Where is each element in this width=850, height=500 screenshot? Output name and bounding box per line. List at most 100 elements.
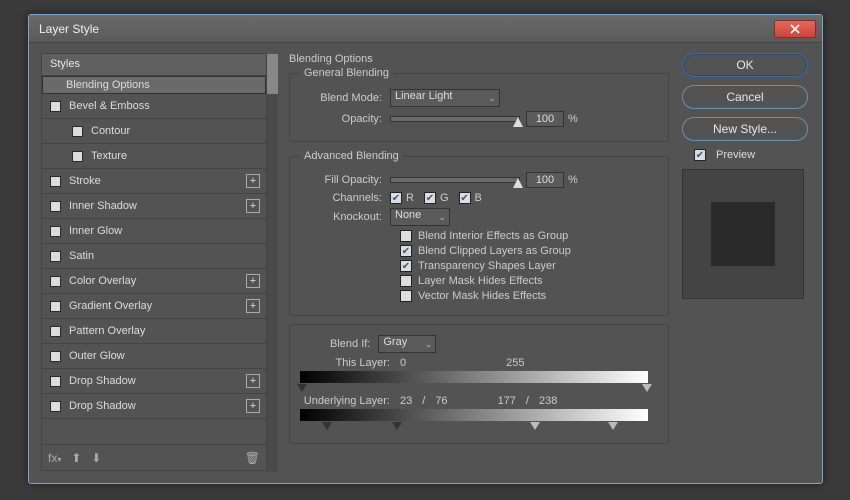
style-checkbox[interactable]	[50, 376, 61, 387]
blend-if-group: Blend If: Gray ⌄ This Layer: 0 255	[289, 324, 669, 444]
style-checkbox[interactable]	[50, 301, 61, 312]
style-label: Stroke	[69, 175, 246, 187]
add-effect-icon[interactable]: +	[246, 274, 260, 288]
style-checkbox[interactable]	[50, 201, 61, 212]
styles-panel: Styles Blending Options Bevel & Emboss Con…	[41, 53, 267, 471]
underlying-layer-label: Underlying Layer:	[300, 395, 400, 407]
fx-menu-icon[interactable]: fx▾	[48, 451, 61, 465]
vector-mask-hides-checkbox[interactable]: ✔	[400, 290, 412, 302]
dialog-body: Styles Blending Options Bevel & Emboss Con…	[29, 43, 822, 483]
titlebar[interactable]: Layer Style	[29, 15, 822, 43]
style-row-satin[interactable]: Satin	[42, 244, 266, 269]
styles-header: Styles	[42, 54, 266, 76]
layer-style-dialog: Layer Style Styles Blending Options Bevel…	[28, 14, 823, 484]
style-checkbox[interactable]	[72, 151, 83, 162]
style-checkbox[interactable]	[50, 251, 61, 262]
blend-mode-select[interactable]: Linear Light ⌄	[390, 89, 500, 107]
channel-b-checkbox[interactable]: ✔	[459, 192, 471, 204]
chevron-down-icon: ⌄	[438, 212, 446, 223]
style-row-contour[interactable]: Contour	[42, 119, 266, 144]
channel-r-checkbox[interactable]: ✔	[390, 192, 402, 204]
blend-if-select[interactable]: Gray ⌄	[378, 335, 436, 353]
general-blending-legend: General Blending	[300, 67, 393, 79]
style-label: Pattern Overlay	[69, 325, 260, 337]
blending-options-title: Blending Options	[289, 53, 669, 65]
this-layer-gradient[interactable]	[300, 371, 658, 383]
style-label: Outer Glow	[69, 350, 260, 362]
style-label: Inner Glow	[69, 225, 260, 237]
preview-swatch	[682, 169, 804, 299]
ok-button[interactable]: OK	[682, 53, 808, 77]
style-checkbox[interactable]	[50, 276, 61, 287]
style-label: Satin	[69, 250, 260, 262]
preview-label: Preview	[716, 149, 755, 161]
style-checkbox[interactable]	[50, 401, 61, 412]
style-row-inner-shadow[interactable]: Inner Shadow+	[42, 194, 266, 219]
knockout-select[interactable]: None ⌄	[390, 208, 450, 226]
style-label: Blending Options	[66, 79, 249, 91]
fill-opacity-label: Fill Opacity:	[300, 174, 390, 186]
fill-opacity-input[interactable]: 100	[526, 172, 564, 188]
style-label: Color Overlay	[69, 275, 246, 287]
styles-list: Blending Options Bevel & Emboss Contour Tex…	[42, 76, 266, 446]
style-checkbox[interactable]	[50, 326, 61, 337]
close-icon	[790, 24, 800, 34]
style-checkbox[interactable]	[50, 101, 61, 112]
styles-footer: fx▾ ⬆ ⬇ 🗑	[42, 444, 266, 470]
style-row-texture[interactable]: Texture	[42, 144, 266, 169]
channel-g-checkbox[interactable]: ✔	[424, 192, 436, 204]
blend-clipped-checkbox[interactable]: ✔	[400, 245, 412, 257]
style-row-blending-options[interactable]: Blending Options	[42, 76, 266, 94]
cancel-button[interactable]: Cancel	[682, 85, 808, 109]
fill-opacity-slider[interactable]	[390, 177, 520, 183]
style-checkbox[interactable]	[50, 226, 61, 237]
preview-checkbox[interactable]: ✔	[694, 149, 706, 161]
right-panel: OK Cancel New Style... ✔ Preview	[682, 53, 808, 299]
transparency-shapes-checkbox[interactable]: ✔	[400, 260, 412, 272]
add-effect-icon[interactable]: +	[246, 174, 260, 188]
style-row-outer-glow[interactable]: Outer Glow	[42, 344, 266, 369]
this-layer-label: This Layer:	[300, 357, 400, 369]
scrollbar[interactable]	[267, 54, 278, 472]
blend-interior-checkbox[interactable]: ✔	[400, 230, 412, 242]
style-row-pattern-overlay[interactable]: Pattern Overlay	[42, 319, 266, 344]
style-checkbox	[47, 80, 58, 91]
blend-if-label: Blend If:	[330, 338, 370, 350]
scroll-thumb[interactable]	[267, 54, 278, 94]
style-checkbox[interactable]	[72, 126, 83, 137]
new-style-button[interactable]: New Style...	[682, 117, 808, 141]
style-row-bevel-emboss[interactable]: Bevel & Emboss	[42, 94, 266, 119]
style-label: Drop Shadow	[69, 375, 246, 387]
style-label: Bevel & Emboss	[69, 100, 260, 112]
add-effect-icon[interactable]: +	[246, 199, 260, 213]
style-label: Drop Shadow	[69, 400, 246, 412]
underlying-layer-gradient[interactable]	[300, 409, 658, 421]
opacity-slider[interactable]	[390, 116, 520, 122]
style-row-drop-shadow[interactable]: Drop Shadow+	[42, 394, 266, 419]
style-label: Gradient Overlay	[69, 300, 246, 312]
move-down-icon[interactable]: ⬇	[91, 451, 101, 465]
style-row-color-overlay[interactable]: Color Overlay+	[42, 269, 266, 294]
chevron-down-icon: ⌄	[488, 93, 496, 104]
window-title: Layer Style	[35, 22, 774, 36]
add-effect-icon[interactable]: +	[246, 299, 260, 313]
style-label: Contour	[91, 125, 260, 137]
blend-mode-label: Blend Mode:	[300, 92, 390, 104]
style-checkbox[interactable]	[50, 351, 61, 362]
style-row-inner-glow[interactable]: Inner Glow	[42, 219, 266, 244]
move-up-icon[interactable]: ⬆	[71, 451, 81, 465]
layer-mask-hides-checkbox[interactable]: ✔	[400, 275, 412, 287]
style-row-stroke[interactable]: Stroke+	[42, 169, 266, 194]
channels-label: Channels:	[300, 192, 390, 204]
style-row-drop-shadow[interactable]: Drop Shadow+	[42, 369, 266, 394]
advanced-blending-group: Advanced Blending Fill Opacity: 100 % Ch…	[289, 150, 669, 316]
style-checkbox[interactable]	[50, 176, 61, 187]
trash-icon[interactable]: 🗑	[245, 451, 260, 465]
style-row-gradient-overlay[interactable]: Gradient Overlay+	[42, 294, 266, 319]
blending-options-panel: Blending Options General Blending Blend …	[289, 53, 669, 452]
opacity-input[interactable]: 100	[526, 111, 564, 127]
add-effect-icon[interactable]: +	[246, 374, 260, 388]
knockout-label: Knockout:	[300, 211, 390, 223]
close-button[interactable]	[774, 20, 816, 38]
add-effect-icon[interactable]: +	[246, 399, 260, 413]
